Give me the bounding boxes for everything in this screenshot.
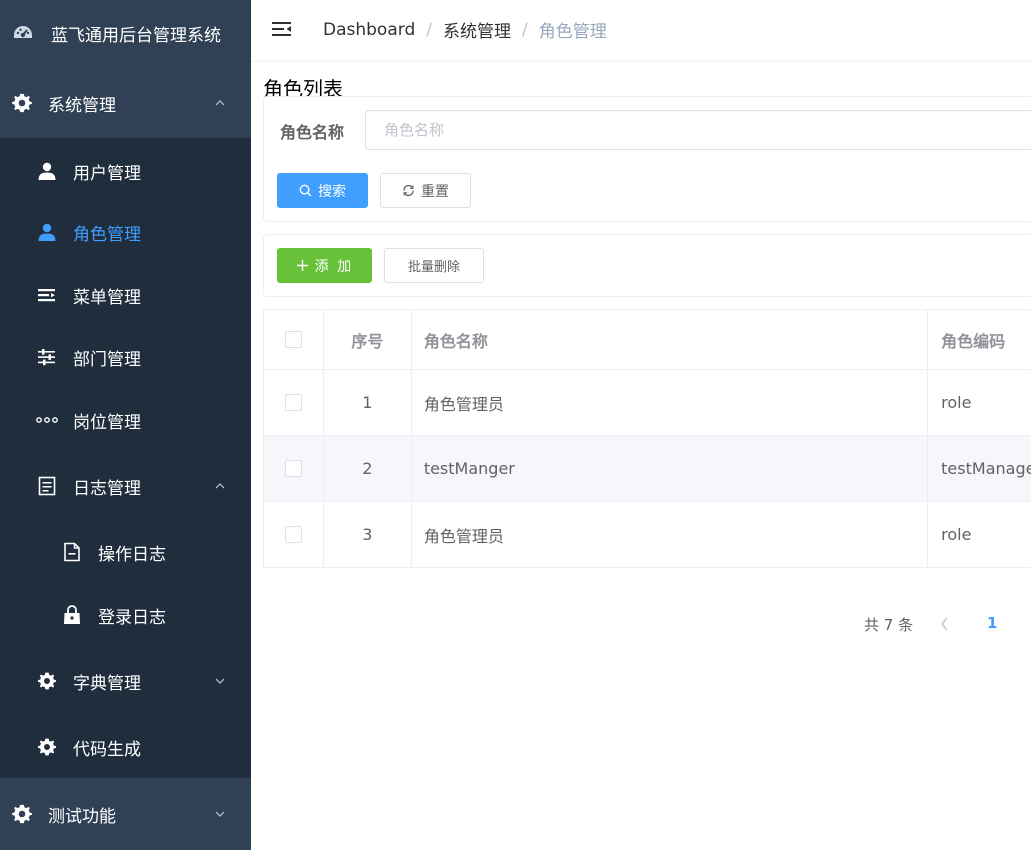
pagination-total: 共 7 条 bbox=[864, 616, 914, 634]
document-icon bbox=[36, 475, 58, 497]
row-select-cell bbox=[264, 502, 324, 567]
lock-bag-icon bbox=[61, 604, 83, 626]
menu-list-icon bbox=[36, 284, 58, 306]
gear-icon bbox=[36, 736, 58, 758]
chevron-up-icon bbox=[215, 100, 225, 106]
refresh-icon bbox=[402, 184, 415, 197]
chevron-left-icon[interactable] bbox=[938, 613, 952, 635]
toolbar-panel: 添 加 批量删除 bbox=[263, 234, 1031, 297]
sidebar: 蓝飞通用后台管理系统 系统管理 用户管理 角色管理 菜单管理 部门管理 岗位管理… bbox=[0, 0, 251, 850]
sidebar-menu-test[interactable]: 测试功能 bbox=[0, 778, 251, 850]
table-row[interactable]: 3 角色管理员 role bbox=[264, 502, 1031, 568]
select-all-checkbox[interactable] bbox=[284, 331, 302, 348]
pagination-page-current[interactable]: 1 bbox=[987, 614, 997, 632]
sidebar-item-label: 用户管理 bbox=[73, 163, 141, 184]
top-navbar: Dashboard / 系统管理 / 角色管理 bbox=[251, 0, 1031, 60]
role-table: 序号 角色名称 角色编码 1 角色管理员 role 2 testManger t… bbox=[263, 309, 1031, 568]
sidebar-item-label: 菜单管理 bbox=[73, 287, 141, 308]
row-role-code: testManage bbox=[928, 436, 1031, 501]
column-header-index: 序号 bbox=[324, 310, 412, 369]
user-icon bbox=[36, 221, 58, 243]
row-index: 2 bbox=[324, 436, 412, 501]
row-role-name: testManger bbox=[412, 436, 929, 501]
sidebar-item-label: 部门管理 bbox=[73, 349, 141, 370]
column-header-role-name: 角色名称 bbox=[412, 310, 929, 369]
file-minus-icon bbox=[61, 541, 83, 563]
table-row[interactable]: 1 角色管理员 role bbox=[264, 370, 1031, 436]
sidebar-item-label: 字典管理 bbox=[73, 673, 141, 694]
gear-icon bbox=[36, 670, 58, 692]
row-role-name: 角色管理员 bbox=[412, 502, 929, 567]
sidebar-item-dict[interactable]: 字典管理 bbox=[0, 650, 251, 712]
row-checkbox[interactable] bbox=[284, 394, 302, 411]
row-select-cell bbox=[264, 436, 324, 501]
search-button-label: 搜索 bbox=[318, 183, 346, 200]
sidebar-item-oper-log[interactable]: 操作日志 bbox=[0, 521, 251, 583]
role-name-input[interactable] bbox=[365, 110, 1031, 150]
sliders-icon bbox=[36, 346, 58, 368]
sidebar-item-label: 角色管理 bbox=[73, 224, 141, 245]
row-checkbox[interactable] bbox=[284, 526, 302, 543]
role-name-label: 角色名称 bbox=[280, 123, 345, 142]
row-role-code: role bbox=[928, 502, 1031, 567]
row-checkbox[interactable] bbox=[284, 460, 302, 477]
app-brand[interactable]: 蓝飞通用后台管理系统 bbox=[0, 0, 251, 66]
hamburger-collapse-icon[interactable] bbox=[271, 18, 293, 40]
row-select-cell bbox=[264, 370, 324, 435]
row-role-name: 角色管理员 bbox=[412, 370, 929, 435]
breadcrumb: Dashboard / 系统管理 / 角色管理 bbox=[323, 17, 607, 43]
sidebar-item-codegen[interactable]: 代码生成 bbox=[0, 716, 251, 778]
sidebar-item-label: 岗位管理 bbox=[73, 412, 141, 433]
sidebar-item-login-log[interactable]: 登录日志 bbox=[0, 584, 251, 646]
sidebar-item-label: 日志管理 bbox=[73, 478, 141, 499]
sidebar-item-label: 登录日志 bbox=[98, 607, 166, 628]
sidebar-submenu-system: 用户管理 角色管理 菜单管理 部门管理 岗位管理 日志管理 操作日志 登录日志 … bbox=[0, 138, 251, 778]
more-dots-icon bbox=[36, 409, 58, 431]
sidebar-item-role[interactable]: 角色管理 bbox=[0, 201, 251, 263]
row-role-code: role bbox=[928, 370, 1031, 435]
table-row[interactable]: 2 testManger testManage bbox=[264, 436, 1031, 502]
sidebar-item-user[interactable]: 用户管理 bbox=[0, 140, 251, 202]
chevron-down-icon bbox=[215, 811, 225, 817]
search-icon bbox=[299, 184, 312, 197]
breadcrumb-separator: / bbox=[521, 19, 528, 40]
sidebar-item-menu[interactable]: 菜单管理 bbox=[0, 264, 251, 326]
reset-button-label: 重置 bbox=[421, 183, 449, 200]
row-index: 1 bbox=[324, 370, 412, 435]
dashboard-gauge-icon bbox=[12, 22, 34, 44]
add-button[interactable]: 添 加 bbox=[277, 248, 372, 283]
sidebar-menu-system[interactable]: 系统管理 bbox=[0, 70, 251, 136]
breadcrumb-item-system[interactable]: 系统管理 bbox=[443, 17, 511, 42]
breadcrumb-item-role: 角色管理 bbox=[538, 22, 607, 42]
plus-icon bbox=[296, 259, 309, 272]
breadcrumb-separator: / bbox=[426, 19, 432, 40]
gear-icon bbox=[10, 802, 34, 826]
sidebar-item-label: 代码生成 bbox=[73, 739, 141, 760]
chevron-down-icon bbox=[215, 678, 225, 684]
sidebar-menu-test-label: 测试功能 bbox=[48, 806, 116, 827]
reset-button[interactable]: 重置 bbox=[380, 173, 471, 208]
search-panel: 角色名称 搜索 重置 bbox=[263, 96, 1031, 222]
column-header-role-code: 角色编码 bbox=[928, 310, 1031, 369]
user-icon bbox=[36, 160, 58, 182]
sidebar-item-log[interactable]: 日志管理 bbox=[0, 455, 251, 517]
gear-icon bbox=[10, 91, 34, 115]
select-all-cell bbox=[264, 310, 324, 369]
batch-delete-button[interactable]: 批量删除 bbox=[384, 248, 484, 283]
search-button[interactable]: 搜索 bbox=[277, 173, 368, 208]
add-button-label: 添 加 bbox=[314, 258, 354, 275]
chevron-up-icon bbox=[215, 483, 225, 489]
sidebar-menu-system-label: 系统管理 bbox=[48, 95, 116, 116]
sidebar-item-post[interactable]: 岗位管理 bbox=[0, 389, 251, 451]
table-header-row: 序号 角色名称 角色编码 bbox=[264, 310, 1031, 370]
sidebar-item-dept[interactable]: 部门管理 bbox=[0, 326, 251, 388]
breadcrumb-item-dashboard[interactable]: Dashboard bbox=[323, 20, 415, 40]
sidebar-item-label: 操作日志 bbox=[98, 544, 166, 565]
app-title: 蓝飞通用后台管理系统 bbox=[51, 25, 221, 46]
row-index: 3 bbox=[324, 502, 412, 567]
